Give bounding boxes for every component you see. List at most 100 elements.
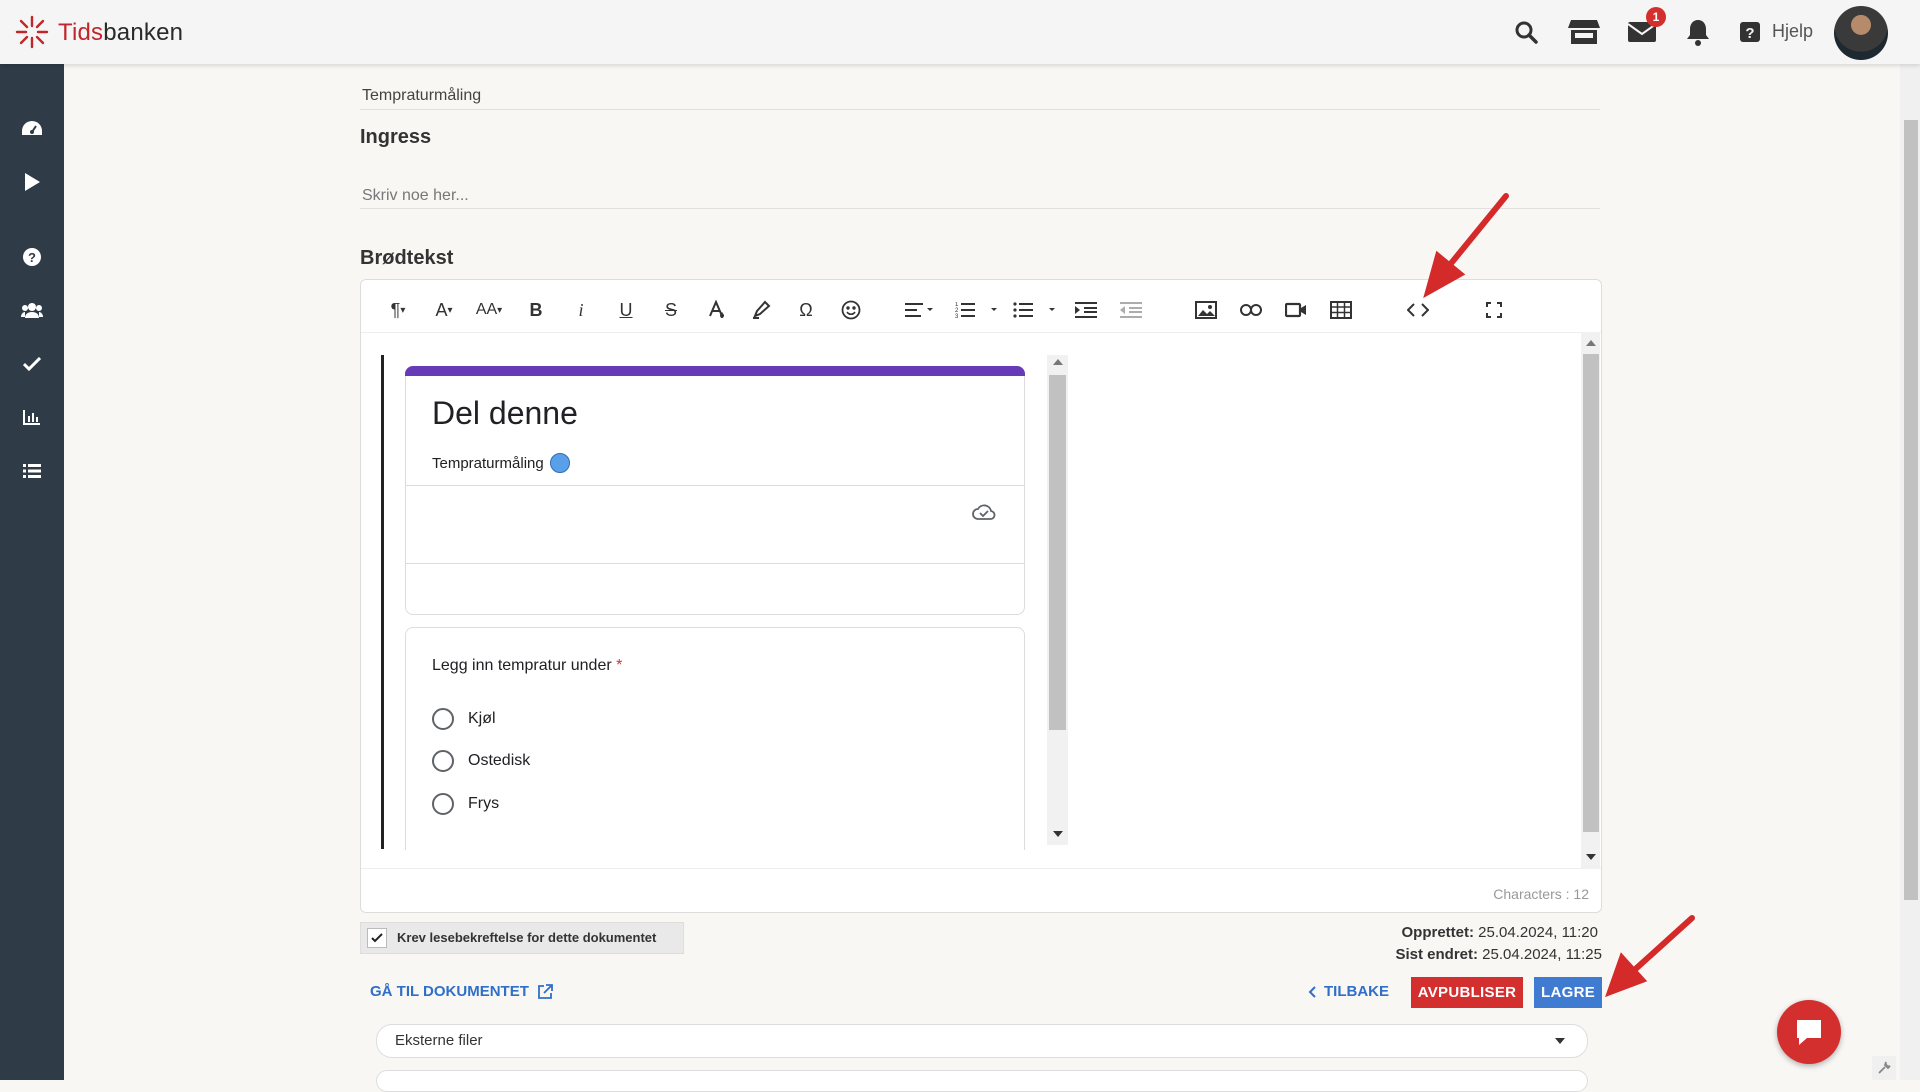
video-icon[interactable] [1281, 296, 1311, 324]
read-confirm-checkbox-row[interactable]: Krev lesebekreftelse for dette dokumente… [360, 922, 684, 954]
svg-text:?: ? [28, 250, 36, 265]
annotation-arrow [1423, 193, 1509, 299]
code-view-icon[interactable] [1403, 296, 1433, 324]
top-bar: Tidsbanken 1 ? Hjelp [0, 0, 1920, 64]
divider [361, 868, 1601, 869]
blockquote-bar [381, 355, 384, 849]
back-button[interactable]: TILBAKE [1308, 983, 1389, 1000]
help-icon[interactable]: ? [1734, 16, 1766, 48]
link-icon[interactable] [1236, 296, 1266, 324]
bell-icon[interactable] [1682, 16, 1714, 48]
form-accent-bar [405, 366, 1025, 376]
checkbox[interactable] [367, 928, 387, 948]
highlight-icon[interactable] [746, 296, 776, 324]
search-icon[interactable] [1510, 16, 1542, 48]
italic-button[interactable]: i [566, 296, 596, 324]
bold-button[interactable]: B [521, 296, 551, 324]
dashboard-icon[interactable] [18, 114, 46, 142]
logo-part2: banken [103, 19, 184, 46]
meta-created: Opprettet: 25.04.2024, 11:20 [1401, 924, 1598, 941]
unordered-list-icon[interactable] [1013, 296, 1057, 324]
goto-document-label: GÅ TIL DOKUMENTET [370, 983, 529, 1000]
logo-icon[interactable] [14, 14, 50, 50]
save-button[interactable]: LAGRE [1534, 977, 1602, 1008]
chat-button[interactable] [1777, 1000, 1841, 1064]
editor-scrollbar-thumb[interactable] [1583, 354, 1599, 832]
created-label: Opprettet: [1401, 924, 1474, 941]
text-color-icon[interactable] [701, 296, 731, 324]
title-field[interactable]: Tempraturmåling [362, 87, 481, 105]
scroll-down-arrow-icon[interactable] [1053, 831, 1063, 837]
outdent-icon[interactable] [1116, 296, 1146, 324]
external-files-select[interactable]: Eksterne filer [376, 1024, 1588, 1058]
store-icon[interactable] [1568, 16, 1600, 48]
logo-part1: Tids [58, 19, 104, 46]
cloud-saved-icon [972, 503, 996, 526]
question-label: Legg inn tempratur under * [432, 657, 622, 675]
scroll-up-arrow-icon[interactable] [1586, 340, 1596, 346]
external-link-icon [537, 983, 553, 999]
form-header-card: Del denne Tempraturmåling [405, 366, 1025, 615]
radio-button[interactable] [432, 708, 454, 730]
radio-option[interactable]: Kjøl [432, 708, 496, 730]
radio-option[interactable]: Frys [432, 793, 499, 815]
ingress-input[interactable]: Skriv noe her... [362, 187, 469, 205]
ingress-heading: Ingress [360, 126, 432, 148]
fullscreen-icon[interactable] [1479, 296, 1509, 324]
underline-button[interactable]: U [611, 296, 641, 324]
checkmark-icon [371, 933, 383, 943]
radio-option[interactable]: Ostedisk [432, 750, 530, 772]
logo-text[interactable]: Tidsbanken [58, 19, 183, 47]
editor-scrollbar[interactable] [1581, 332, 1600, 869]
goto-document-link[interactable]: GÅ TIL DOKUMENTET [370, 983, 553, 1000]
chevron-left-icon [1308, 985, 1316, 998]
body-heading: Brødtekst [360, 247, 454, 269]
scroll-down-arrow-icon[interactable] [1586, 854, 1596, 860]
scroll-up-arrow-icon[interactable] [1053, 359, 1063, 365]
font-family-button[interactable]: A ▾ [427, 296, 461, 324]
ordered-list-icon[interactable]: 123 [955, 296, 999, 324]
modified-label: Sist endret: [1395, 946, 1478, 963]
play-icon[interactable] [18, 168, 46, 196]
avatar[interactable] [1834, 6, 1888, 60]
wrench-icon[interactable] [1872, 1056, 1896, 1080]
embed-scrollbar[interactable] [1047, 355, 1068, 845]
font-size-button[interactable]: AA ▾ [469, 296, 509, 324]
special-char-button[interactable]: Ω [791, 296, 821, 324]
users-icon[interactable] [18, 296, 46, 324]
embed-scrollbar-thumb[interactable] [1049, 375, 1066, 730]
list-icon[interactable] [18, 457, 46, 485]
help-link[interactable]: Hjelp [1772, 21, 1813, 42]
form-title: Del denne [432, 395, 578, 431]
radio-label: Ostedisk [468, 752, 531, 769]
back-label: TILBAKE [1324, 983, 1389, 1000]
required-mark: * [616, 657, 623, 674]
question-text: Legg inn tempratur under [432, 657, 612, 674]
indent-icon[interactable] [1071, 296, 1101, 324]
annotation-arrow [1605, 915, 1695, 998]
emoji-icon[interactable] [836, 296, 866, 324]
divider [360, 208, 1600, 209]
caret-down-icon [1555, 1038, 1565, 1044]
question-card: Legg inn tempratur under * Kjøl Ostedisk… [405, 627, 1025, 850]
radio-button[interactable] [432, 793, 454, 815]
chat-icon [1797, 1020, 1821, 1045]
modified-value: 25.04.2024, 11:25 [1482, 946, 1602, 963]
page-scrollbar[interactable] [1900, 64, 1920, 1080]
next-field[interactable] [376, 1070, 1588, 1092]
align-icon[interactable] [901, 296, 937, 324]
table-icon[interactable] [1326, 296, 1356, 324]
svg-text:?: ? [1745, 25, 1754, 42]
page-scrollbar-thumb[interactable] [1904, 120, 1918, 900]
strikethrough-button[interactable]: S [656, 296, 686, 324]
radio-button[interactable] [432, 750, 454, 772]
divider [360, 109, 1600, 110]
created-value: 25.04.2024, 11:20 [1478, 924, 1598, 941]
help-circle-icon[interactable]: ? [18, 243, 46, 271]
unpublish-button[interactable]: AVPUBLISER [1411, 977, 1523, 1008]
divider [406, 485, 1024, 486]
image-icon[interactable] [1191, 296, 1221, 324]
check-icon[interactable] [18, 350, 46, 378]
paragraph-format-button[interactable]: ¶ ▾ [381, 296, 415, 324]
chart-icon[interactable] [18, 403, 46, 431]
